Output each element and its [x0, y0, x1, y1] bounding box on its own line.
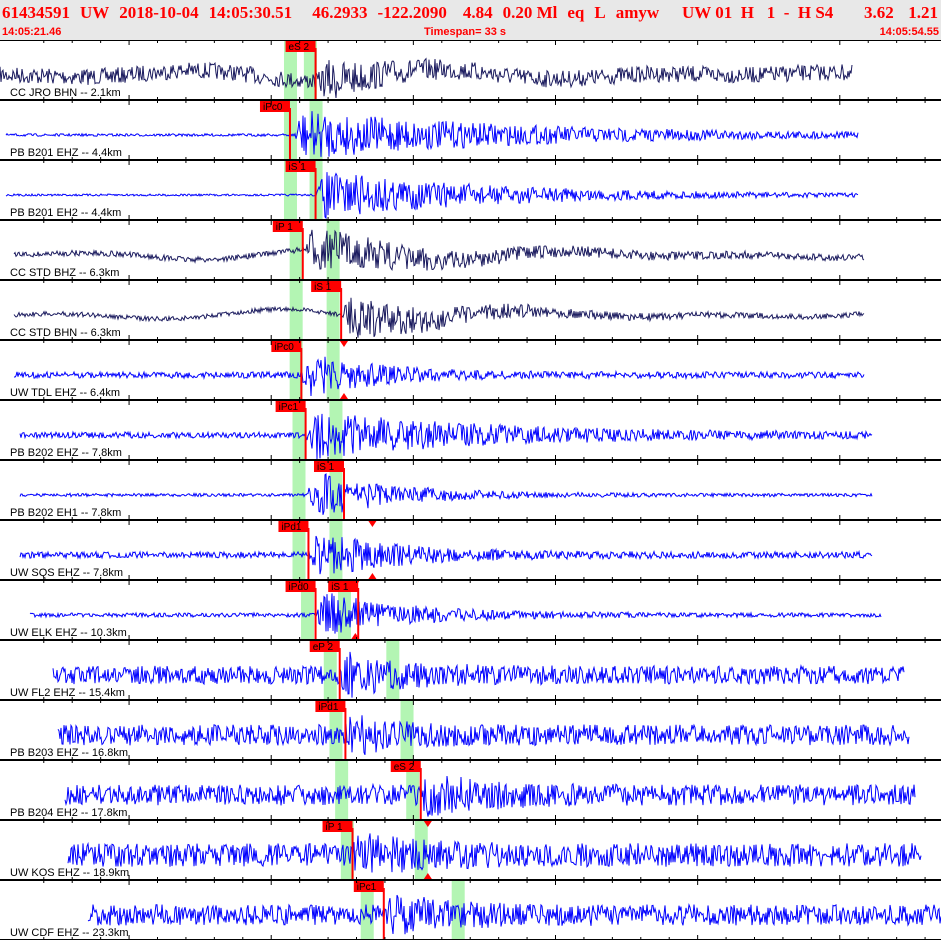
pick-label: iPc1	[357, 882, 377, 893]
trace-row[interactable]: iPd1	[57, 700, 910, 760]
station-label: UW CDF EHZ -- 23.3km	[10, 927, 129, 939]
station-label: CC JRO BHN -- 2.1km	[10, 87, 121, 99]
station-label: PB B202 EHZ -- 7.8km	[10, 447, 122, 459]
station-label: UW KOS EHZ -- 18.9km	[10, 867, 130, 879]
pick-window	[326, 340, 340, 400]
pick-label: iPc0	[274, 342, 294, 353]
event-type: eq	[567, 3, 585, 22]
pick-label: iS 1	[289, 162, 307, 173]
pick-label: iPd1	[281, 522, 301, 533]
station-label: CC STD BHZ -- 6.3km	[10, 267, 120, 279]
pick-label: iPd1	[318, 702, 338, 713]
longitude: -122.2090	[377, 3, 447, 22]
station-label: UW FL2 EHZ -- 15.4km	[10, 687, 125, 699]
station-label: UW TDL EHZ -- 6.4km	[10, 387, 121, 399]
station-label: PB B204 EH2 -- 17.8km	[10, 807, 128, 819]
theoretical-arrival-marker	[339, 393, 348, 399]
start-time: 14:05:21.46	[2, 26, 62, 38]
pick-label: iPd0	[289, 582, 309, 593]
trace-row[interactable]: iPd1	[19, 520, 873, 580]
pick-label: iS 1	[331, 582, 349, 593]
pick-label: iP 1	[276, 222, 293, 233]
rms: 3.62	[864, 3, 894, 22]
trace-row[interactable]: iPd0 iS 1	[29, 580, 882, 640]
theoretical-arrival-marker	[339, 341, 348, 347]
seismogram	[67, 833, 922, 873]
station-label: PB B202 EH1 -- 7.8km	[10, 507, 122, 519]
seismogram	[5, 111, 859, 157]
seismogram	[5, 172, 859, 220]
seismogram	[64, 775, 916, 817]
pick-window	[451, 880, 465, 940]
event-header: 61434591 UW 2018-10-04 14:05:30.51 46.2933 -1…	[0, 0, 941, 40]
pick-label: eP 2	[313, 642, 334, 653]
pick-label: iS 1	[314, 282, 332, 293]
pick-label: eS 2	[394, 762, 415, 773]
local-flag: L	[594, 3, 606, 22]
event-date: 2018-10-04	[119, 3, 199, 22]
seismogram	[13, 229, 865, 271]
station-label: PB B201 EH2 -- 4.4km	[10, 207, 122, 219]
author: amyw	[615, 3, 660, 22]
pick-label: iS 1	[317, 462, 335, 473]
pick-window	[292, 460, 306, 520]
seismogram	[13, 297, 865, 338]
origin-time: 14:05:30.51	[208, 3, 293, 22]
pick-label: iPc0	[263, 102, 283, 113]
trace-row[interactable]: eP 2	[52, 640, 905, 700]
waveform-panel[interactable]: eS 2 iPc0 iS 1 iP 1 iS 1 iPc0 iPc1 iS 1 iPd1 iPd0…	[0, 40, 941, 940]
trace-row[interactable]: iPc0	[13, 340, 865, 400]
latitude: 46.2933	[312, 3, 368, 22]
seismogram	[19, 535, 873, 575]
trace-row[interactable]: eS 2	[64, 760, 916, 820]
trace-row[interactable]: eS 2	[0, 40, 853, 100]
trace-row[interactable]: iP 1	[67, 820, 922, 880]
theoretical-arrival-marker	[368, 573, 377, 579]
theoretical-arrival-marker	[368, 521, 377, 527]
station-label: PB B201 EHZ -- 4.4km	[10, 147, 122, 159]
solution-info: UW 01 H 1 - H S4	[682, 3, 834, 22]
seismogram	[52, 651, 905, 698]
station-label: UW ELK EHZ -- 10.3km	[10, 627, 127, 639]
seismogram	[19, 413, 873, 460]
seismogram	[87, 894, 941, 935]
trace-row[interactable]: iPc1	[19, 400, 873, 460]
trace-row[interactable]: iS 1	[19, 460, 873, 520]
event-id: 61434591	[2, 3, 70, 22]
depth: 4.84	[462, 3, 493, 22]
seismogram	[29, 593, 882, 634]
pick-label: iP 1	[326, 822, 343, 833]
trace-row[interactable]: iS 1	[13, 280, 865, 340]
network: UW	[80, 3, 110, 22]
pick-label: iPc1	[279, 402, 299, 413]
trace-row[interactable]: iPc1	[87, 880, 941, 940]
seismogram	[13, 356, 865, 397]
trace-row[interactable]: iP 1	[13, 220, 865, 280]
gap: 1.21	[908, 3, 938, 22]
station-label: CC STD BHN -- 6.3km	[10, 327, 121, 339]
trace-row[interactable]: iS 1	[5, 160, 859, 220]
seismogram	[19, 473, 873, 515]
timespan: Timespan= 33 s	[424, 26, 507, 38]
seismogram	[0, 57, 853, 99]
event-summary: 61434591 UW 2018-10-04 14:05:30.51 46.2933 -1…	[2, 3, 669, 23]
seismogram	[57, 715, 910, 755]
trace-row[interactable]: iPc0	[5, 100, 859, 160]
pick-label: eS 2	[289, 42, 310, 53]
end-time: 14:05:54.55	[879, 26, 939, 38]
station-label: UW SQS EHZ -- 7.8km	[10, 567, 124, 579]
pick-window	[326, 220, 340, 280]
magnitude: 0.20 Ml	[502, 3, 558, 22]
station-label: PB B203 EHZ -- 16.8km	[10, 747, 128, 759]
